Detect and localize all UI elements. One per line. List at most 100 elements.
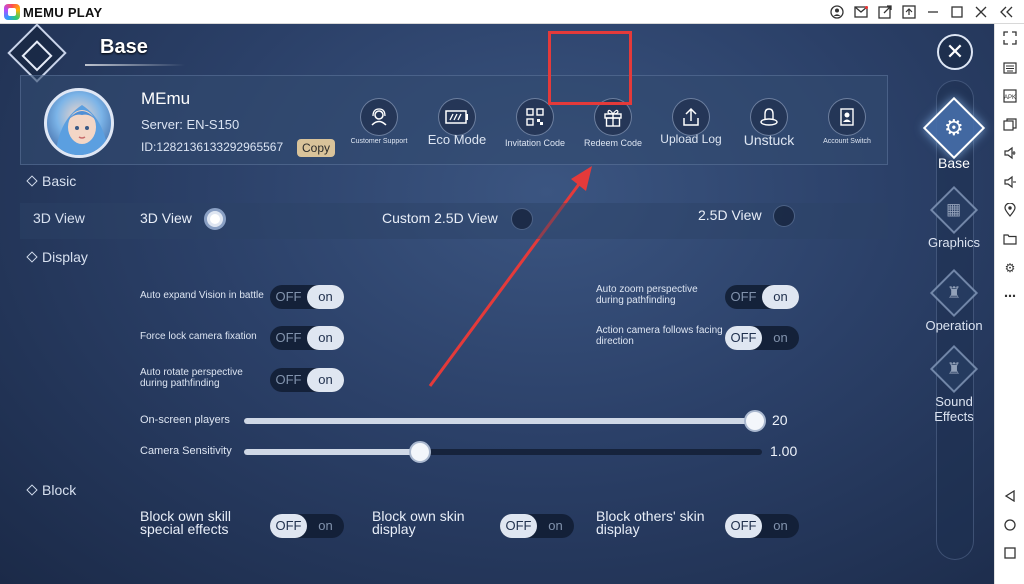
sound-icon: ♜	[929, 344, 979, 394]
memu-logo-icon	[4, 4, 20, 20]
memu-window: MEMU PLAY Base MEmu Server: EN-S150 ID:1…	[0, 0, 1024, 584]
option-label: Auto zoom perspective during pathfinding	[596, 284, 698, 306]
close-settings-button[interactable]: ✕	[937, 34, 973, 70]
toggle-auto-zoom-pathfinding[interactable]: OFF on	[725, 285, 799, 309]
section-title: Basic	[42, 173, 77, 189]
toggle-block-others-skin[interactable]: OFF on	[725, 514, 799, 538]
toggle-action-camera[interactable]: OFF on	[725, 326, 799, 350]
app-title: MEMU PLAY	[23, 4, 103, 20]
slider-label: On-screen players	[140, 414, 230, 426]
toggle-block-own-skill-effects[interactable]: OFF on	[270, 514, 344, 538]
option-label: Block own skin display	[372, 508, 465, 537]
fullscreen-icon[interactable]	[1002, 30, 1018, 46]
title-bar: MEMU PLAY	[0, 0, 1024, 24]
window-sync-icon[interactable]	[901, 4, 917, 20]
app-logo: MEMU PLAY	[4, 4, 103, 20]
share-icon[interactable]	[877, 4, 893, 20]
slider-fill	[244, 449, 420, 455]
diamond-icon	[26, 251, 38, 263]
operation-icon: ♜	[929, 268, 979, 318]
on-screen-players-slider[interactable]	[244, 410, 766, 432]
home-icon[interactable]	[1002, 517, 1018, 533]
maximize-icon[interactable]	[949, 4, 965, 20]
toggle-block-own-skin[interactable]: OFF on	[500, 514, 574, 538]
section-title: Block	[42, 482, 77, 498]
toggle-force-lock-camera[interactable]: OFF on	[270, 326, 344, 350]
mail-icon[interactable]	[853, 4, 869, 20]
toggle-off-text: OFF	[500, 514, 537, 538]
section-display: Display	[26, 249, 88, 265]
menu-label: Sound Effects	[934, 394, 974, 424]
section-block: Block	[26, 482, 77, 498]
menu-item-base[interactable]: ⚙ Base	[914, 96, 994, 171]
toggle-off-text: OFF	[725, 326, 762, 350]
option-label: Block own skill special effects	[140, 508, 232, 537]
view-option-25d-radio[interactable]	[773, 205, 795, 227]
view-option-custom-25d-label: Custom 2.5D View	[382, 210, 498, 226]
slider-value: 1.00	[770, 443, 798, 459]
minimize-icon[interactable]	[925, 4, 941, 20]
diamond-icon	[26, 484, 38, 496]
collapse-icon[interactable]	[999, 4, 1015, 20]
slider-fill	[244, 418, 762, 424]
svg-text:APK: APK	[1004, 95, 1016, 101]
toggle-off-text: OFF	[730, 289, 757, 304]
close-icon[interactable]	[973, 4, 989, 20]
apk-icon[interactable]: APK	[1002, 88, 1018, 104]
annotation-arrow	[428, 166, 592, 387]
diamond-icon	[26, 175, 38, 187]
slider-thumb[interactable]	[744, 410, 766, 432]
option-label: Auto rotate perspective during pathfindi…	[140, 367, 243, 389]
menu-label: Graphics	[927, 235, 981, 250]
option-label: Action camera follows facing direction	[596, 325, 723, 347]
toggle-auto-expand-vision[interactable]: OFF on	[270, 285, 344, 309]
toggle-off-text: OFF	[275, 289, 302, 304]
settings-icon[interactable]: ⚙	[1002, 260, 1018, 276]
volume-up-icon[interactable]	[1002, 145, 1018, 161]
account-icon[interactable]	[829, 4, 845, 20]
option-label: Block others' skin display	[596, 508, 705, 537]
recent-apps-icon[interactable]	[1002, 545, 1018, 561]
gear-icon: ⚙	[922, 96, 986, 160]
multi-window-icon[interactable]	[1002, 117, 1018, 133]
toggle-on-text: on	[307, 285, 344, 309]
view-option-3d-radio[interactable]	[204, 208, 226, 230]
menu-item-graphics[interactable]: ▦ Graphics	[914, 185, 994, 250]
toggle-on-text: on	[773, 330, 788, 345]
more-icon[interactable]: ⋯	[1002, 288, 1018, 304]
keyboard-icon[interactable]	[1002, 60, 1018, 76]
slider-label: Camera Sensitivity	[140, 445, 232, 457]
view-option-custom-25d-radio[interactable]	[511, 208, 533, 230]
toggle-on-text: on	[307, 368, 344, 392]
toggle-on-text: on	[548, 518, 563, 533]
volume-down-icon[interactable]	[1002, 174, 1018, 190]
toggle-on-text: on	[318, 518, 333, 533]
emulator-toolbar: APK ⚙ ⋯	[994, 24, 1024, 584]
back-icon[interactable]	[1002, 488, 1018, 504]
location-icon[interactable]	[1002, 202, 1018, 218]
toggle-off-text: OFF	[270, 514, 307, 538]
view-row-label: 3D View	[33, 210, 85, 226]
view-option-25d-label: 2.5D View	[698, 207, 762, 223]
section-basic: Basic	[26, 173, 77, 189]
camera-sensitivity-slider[interactable]	[244, 441, 762, 463]
game-settings-screen: Base MEmu Server: EN-S150 ID:12821361332…	[0, 24, 994, 584]
toggle-off-text: OFF	[275, 330, 302, 345]
folder-icon[interactable]	[1002, 231, 1018, 247]
menu-item-sound-effects[interactable]: ♜ Sound Effects	[914, 344, 994, 424]
slider-value: 20	[772, 412, 788, 428]
toggle-on-text: on	[762, 285, 799, 309]
menu-item-operation[interactable]: ♜ Operation	[914, 268, 994, 333]
section-title: Display	[42, 249, 88, 265]
graphics-icon: ▦	[929, 185, 979, 235]
slider-thumb[interactable]	[409, 441, 431, 463]
view-option-3d-label: 3D View	[140, 210, 192, 226]
toggle-off-text: OFF	[275, 372, 302, 387]
menu-label: Operation	[925, 318, 983, 333]
toggle-on-text: on	[307, 326, 344, 350]
toggle-auto-rotate-pathfinding[interactable]: OFF on	[270, 368, 344, 392]
option-label: Auto expand Vision in battle	[140, 290, 264, 301]
option-label: Force lock camera fixation	[140, 331, 257, 342]
toggle-off-text: OFF	[725, 514, 762, 538]
toggle-on-text: on	[773, 518, 788, 533]
